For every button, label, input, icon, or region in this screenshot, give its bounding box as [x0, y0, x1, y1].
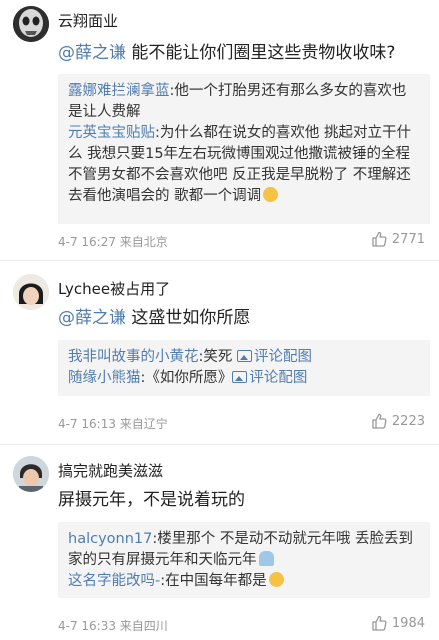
- thumbs-up-icon: [372, 231, 387, 247]
- reply-username[interactable]: 这名字能改吗-: [68, 573, 160, 589]
- comment-meta: 4-7 16:33 来自四川: [58, 619, 168, 633]
- like-count: 2223: [391, 413, 425, 429]
- comment-text: @薛之谦 能不能让你们圈里这些贵物收收味?: [58, 40, 425, 66]
- like-button[interactable]: 1984: [371, 615, 425, 631]
- image-icon: [232, 371, 248, 383]
- comment-image-label: 评论配图: [249, 370, 308, 386]
- comment-text: @薛之谦 这盛世如你所愿: [58, 305, 425, 331]
- mention-link[interactable]: @薛之谦: [58, 43, 126, 63]
- comment-body: 能不能让你们圈里这些贵物收收味?: [126, 43, 396, 63]
- reply-item[interactable]: 这名字能改吗-:在中国每年都是: [68, 571, 420, 592]
- reply-text: :笑死: [198, 349, 237, 365]
- avatar[interactable]: [13, 274, 49, 310]
- comment-meta: 4-7 16:13 来自辽宁: [58, 417, 168, 431]
- reply-username[interactable]: 元英宝宝贴贴: [68, 125, 155, 141]
- ghost-emoji-icon: [258, 551, 274, 566]
- divider: [0, 444, 439, 445]
- divider: [0, 260, 439, 261]
- reply-box[interactable]: 我非叫故事的小黄花:笑死 评论配图 随缘小熊猫:《如你所愿》 评论配图: [58, 340, 430, 396]
- reply-item[interactable]: 元英宝宝贴贴:为什么都在说女的喜欢他 挑起对立干什么 我想只要15年左右玩微博围…: [68, 123, 420, 207]
- username[interactable]: 云翔面业: [58, 10, 118, 31]
- comment-body: 这盛世如你所愿: [126, 308, 251, 328]
- reply-box[interactable]: halcyonn17:楼里那个 不是动不动就元年哦 丢脸丢到家的只有屏摄元年和天…: [58, 522, 430, 598]
- comment-image-link[interactable]: 评论配图: [232, 370, 307, 386]
- reply-item[interactable]: 我非叫故事的小黄花:笑死 评论配图: [68, 347, 420, 368]
- thumbs-up-icon: [372, 413, 387, 429]
- reply-username[interactable]: halcyonn17: [68, 531, 152, 547]
- reply-item[interactable]: 露娜难拦澜拿蓝:他一个打胎男还有那么多女的喜欢也是让人费解: [68, 81, 420, 123]
- reply-username[interactable]: 随缘小熊猫: [68, 370, 141, 386]
- comment-image-link[interactable]: 评论配图: [237, 349, 312, 365]
- reply-item[interactable]: halcyonn17:楼里那个 不是动不动就元年哦 丢脸丢到家的只有屏摄元年和天…: [68, 529, 420, 571]
- mention-link[interactable]: @薛之谦: [58, 308, 126, 328]
- reply-text: :在中国每年都是: [160, 573, 267, 589]
- username[interactable]: Lychee被占用了: [58, 278, 170, 299]
- username[interactable]: 搞完就跑美滋滋: [58, 460, 163, 481]
- reply-username[interactable]: 露娜难拦澜拿蓝: [68, 83, 170, 99]
- image-icon: [237, 350, 252, 362]
- reply-box[interactable]: 露娜难拦澜拿蓝:他一个打胎男还有那么多女的喜欢也是让人费解 元英宝宝贴贴:为什么…: [58, 74, 430, 224]
- like-count: 1984: [391, 615, 425, 631]
- reply-text: :《如你所愿》: [140, 370, 233, 386]
- avatar[interactable]: [13, 456, 49, 492]
- comment-text: 屏摄元年，不是说着玩的: [58, 490, 245, 510]
- avatar[interactable]: [13, 6, 49, 42]
- laugh-emoji-icon: [268, 572, 284, 587]
- like-button[interactable]: 2771: [371, 231, 425, 247]
- like-button[interactable]: 2223: [371, 413, 425, 429]
- reply-item[interactable]: 随缘小熊猫:《如你所愿》 评论配图: [68, 368, 420, 389]
- thumbs-up-icon: [372, 615, 387, 631]
- comment-image-label: 评论配图: [254, 349, 312, 365]
- grin-emoji-icon: [263, 187, 279, 202]
- comment-meta: 4-7 16:27 来自北京: [58, 235, 168, 249]
- like-count: 2771: [391, 231, 425, 247]
- reply-username[interactable]: 我非叫故事的小黄花: [68, 349, 199, 365]
